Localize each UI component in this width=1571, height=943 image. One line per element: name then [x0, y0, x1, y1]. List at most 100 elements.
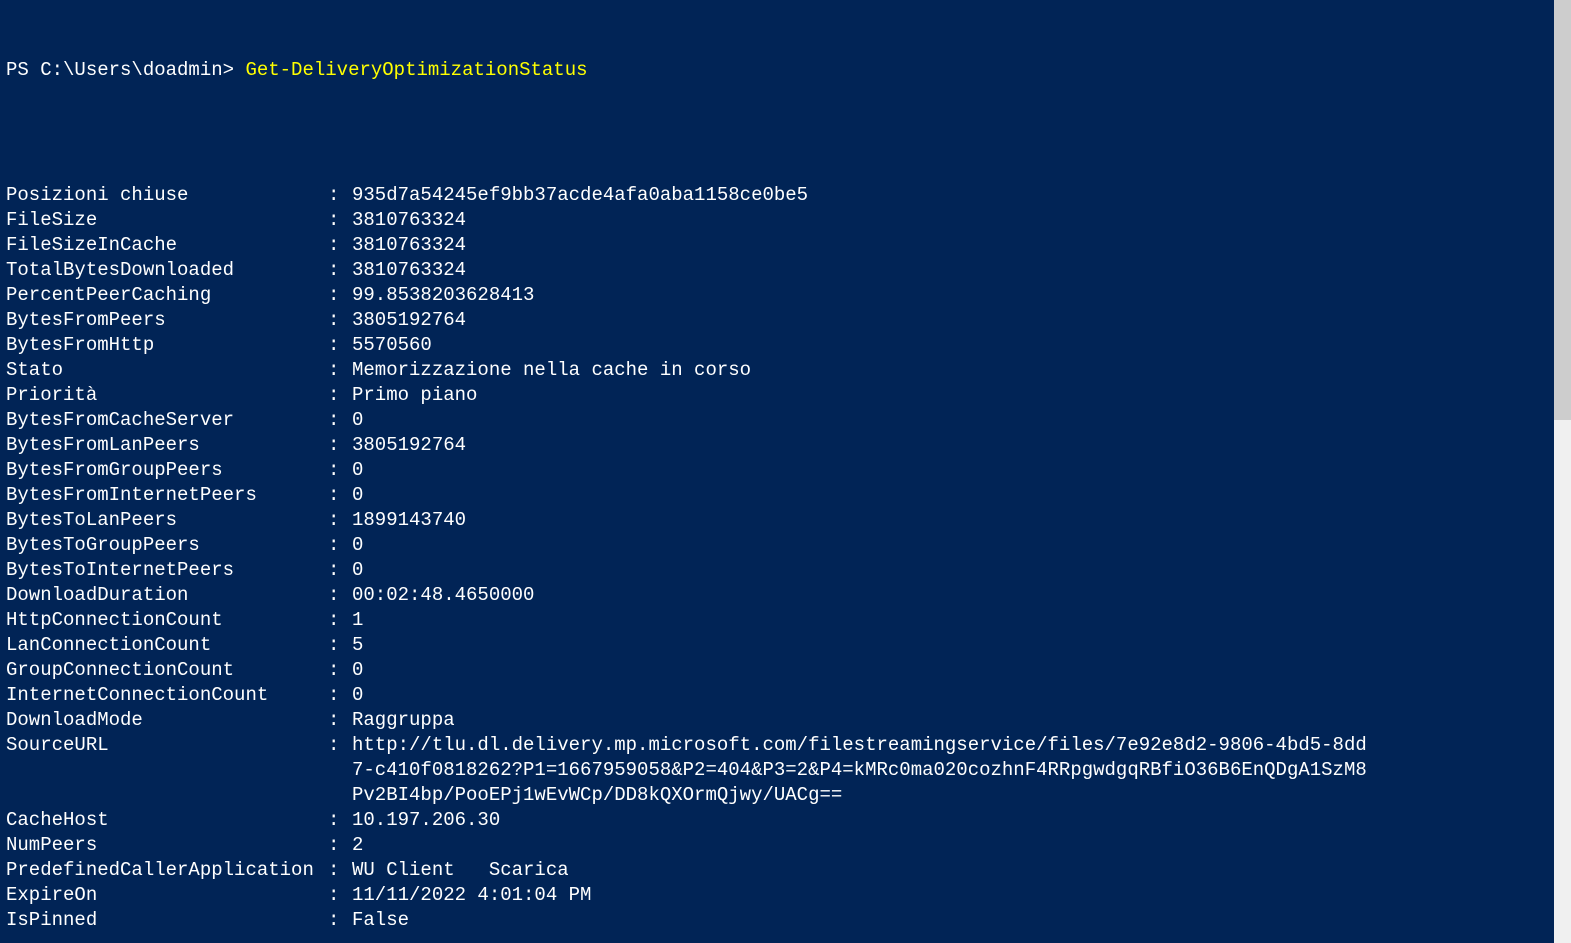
output-row: LanConnectionCount: 5: [6, 633, 1565, 658]
output-key: GroupConnectionCount: [6, 658, 328, 683]
output-separator: :: [328, 233, 352, 258]
output-value: Raggruppa: [352, 708, 1565, 733]
output-separator: :: [328, 283, 352, 308]
output-row: BytesFromCacheServer: 0: [6, 408, 1565, 433]
output-value: 5: [352, 633, 1565, 658]
output-value: 1: [352, 608, 1565, 633]
output-key: PredefinedCallerApplication: [6, 858, 328, 883]
output-value: 99.8538203628413: [352, 283, 1565, 308]
terminal-output[interactable]: PS C:\Users\doadmin> Get-DeliveryOptimiz…: [0, 0, 1571, 943]
prompt-line: PS C:\Users\doadmin> Get-DeliveryOptimiz…: [6, 58, 1565, 83]
output-value: 3810763324: [352, 233, 1565, 258]
output-separator: :: [328, 508, 352, 533]
output-row: DownloadDuration: 00:02:48.4650000: [6, 583, 1565, 608]
command-text: Get-DeliveryOptimizationStatus: [245, 59, 587, 81]
output-key: InternetConnectionCount: [6, 683, 328, 708]
output-key: BytesFromHttp: [6, 333, 328, 358]
output-value: 5570560: [352, 333, 1565, 358]
output-key: Priorità: [6, 383, 328, 408]
output-separator: :: [328, 558, 352, 583]
output-value: 10.197.206.30: [352, 808, 1565, 833]
output-value: 0: [352, 683, 1565, 708]
output-value: WU Client Scarica: [352, 858, 1565, 883]
output-value: 0: [352, 483, 1565, 508]
output-value: False: [352, 908, 1565, 933]
output-row: BytesToInternetPeers: 0: [6, 558, 1565, 583]
output-row: BytesFromGroupPeers: 0: [6, 458, 1565, 483]
output-separator: :: [328, 208, 352, 233]
output-value: 3810763324: [352, 208, 1565, 233]
output-key: DownloadMode: [6, 708, 328, 733]
output-value: 0: [352, 408, 1565, 433]
output-key: BytesFromLanPeers: [6, 433, 328, 458]
output-value: http://tlu.dl.delivery.mp.microsoft.com/…: [352, 733, 1565, 758]
output-value: 11/11/2022 4:01:04 PM: [352, 883, 1565, 908]
output-key: PercentPeerCaching: [6, 283, 328, 308]
output-key: BytesToLanPeers: [6, 508, 328, 533]
output-row: ExpireOn: 11/11/2022 4:01:04 PM: [6, 883, 1565, 908]
output-value: 0: [352, 558, 1565, 583]
output-value: Memorizzazione nella cache in corso: [352, 358, 1565, 383]
output-separator: :: [328, 833, 352, 858]
output-separator: :: [328, 333, 352, 358]
output-separator: :: [328, 258, 352, 283]
output-key: FileSize: [6, 208, 328, 233]
output-key: BytesFromPeers: [6, 308, 328, 333]
output-key: FileSizeInCache: [6, 233, 328, 258]
output-separator: :: [328, 483, 352, 508]
output-row: PredefinedCallerApplication: WU Client S…: [6, 858, 1565, 883]
output-continuation: Pv2BI4bp/PooEPj1wEvWCp/DD8kQXOrmQjwy/UAC…: [6, 783, 1565, 808]
output-row: HttpConnectionCount: 1: [6, 608, 1565, 633]
output-key: LanConnectionCount: [6, 633, 328, 658]
output-row: FileSizeInCache: 3810763324: [6, 233, 1565, 258]
output-row: Posizioni chiuse: 935d7a54245ef9bb37acde…: [6, 183, 1565, 208]
output-value: Primo piano: [352, 383, 1565, 408]
output-rows: Posizioni chiuse: 935d7a54245ef9bb37acde…: [6, 183, 1565, 933]
output-separator: :: [328, 433, 352, 458]
output-row: Stato: Memorizzazione nella cache in cor…: [6, 358, 1565, 383]
output-separator: :: [328, 808, 352, 833]
output-key: Stato: [6, 358, 328, 383]
output-separator: :: [328, 658, 352, 683]
output-row: TotalBytesDownloaded: 3810763324: [6, 258, 1565, 283]
output-row: PercentPeerCaching: 99.8538203628413: [6, 283, 1565, 308]
output-key: DownloadDuration: [6, 583, 328, 608]
output-separator: :: [328, 383, 352, 408]
output-key: BytesFromGroupPeers: [6, 458, 328, 483]
output-separator: :: [328, 533, 352, 558]
output-separator: :: [328, 708, 352, 733]
output-continuation: 7-c410f0818262?P1=1667959058&P2=404&P3=2…: [6, 758, 1565, 783]
output-row: Priorità: Primo piano: [6, 383, 1565, 408]
output-row: NumPeers: 2: [6, 833, 1565, 858]
output-separator: :: [328, 683, 352, 708]
output-row: CacheHost: 10.197.206.30: [6, 808, 1565, 833]
output-separator: :: [328, 733, 352, 758]
output-key: BytesToInternetPeers: [6, 558, 328, 583]
output-value: 3805192764: [352, 308, 1565, 333]
output-key: BytesFromCacheServer: [6, 408, 328, 433]
output-row: DownloadMode: Raggruppa: [6, 708, 1565, 733]
output-key: HttpConnectionCount: [6, 608, 328, 633]
output-value: 3810763324: [352, 258, 1565, 283]
output-separator: :: [328, 908, 352, 933]
output-row: GroupConnectionCount: 0: [6, 658, 1565, 683]
output-value: 2: [352, 833, 1565, 858]
output-separator: :: [328, 583, 352, 608]
output-key: NumPeers: [6, 833, 328, 858]
output-value: 0: [352, 533, 1565, 558]
output-row: BytesToGroupPeers: 0: [6, 533, 1565, 558]
output-separator: :: [328, 633, 352, 658]
output-key: CacheHost: [6, 808, 328, 833]
output-row: BytesToLanPeers: 1899143740: [6, 508, 1565, 533]
output-row: InternetConnectionCount: 0: [6, 683, 1565, 708]
output-separator: :: [328, 183, 352, 208]
output-value: 935d7a54245ef9bb37acde4afa0aba1158ce0be5: [352, 183, 1565, 208]
vertical-scrollbar[interactable]: [1554, 0, 1571, 943]
output-value: 0: [352, 658, 1565, 683]
output-separator: :: [328, 408, 352, 433]
output-row: SourceURL: http://tlu.dl.delivery.mp.mic…: [6, 733, 1565, 758]
output-row: BytesFromLanPeers: 3805192764: [6, 433, 1565, 458]
output-value: 1899143740: [352, 508, 1565, 533]
output-value: 00:02:48.4650000: [352, 583, 1565, 608]
scrollbar-thumb[interactable]: [1554, 0, 1571, 420]
